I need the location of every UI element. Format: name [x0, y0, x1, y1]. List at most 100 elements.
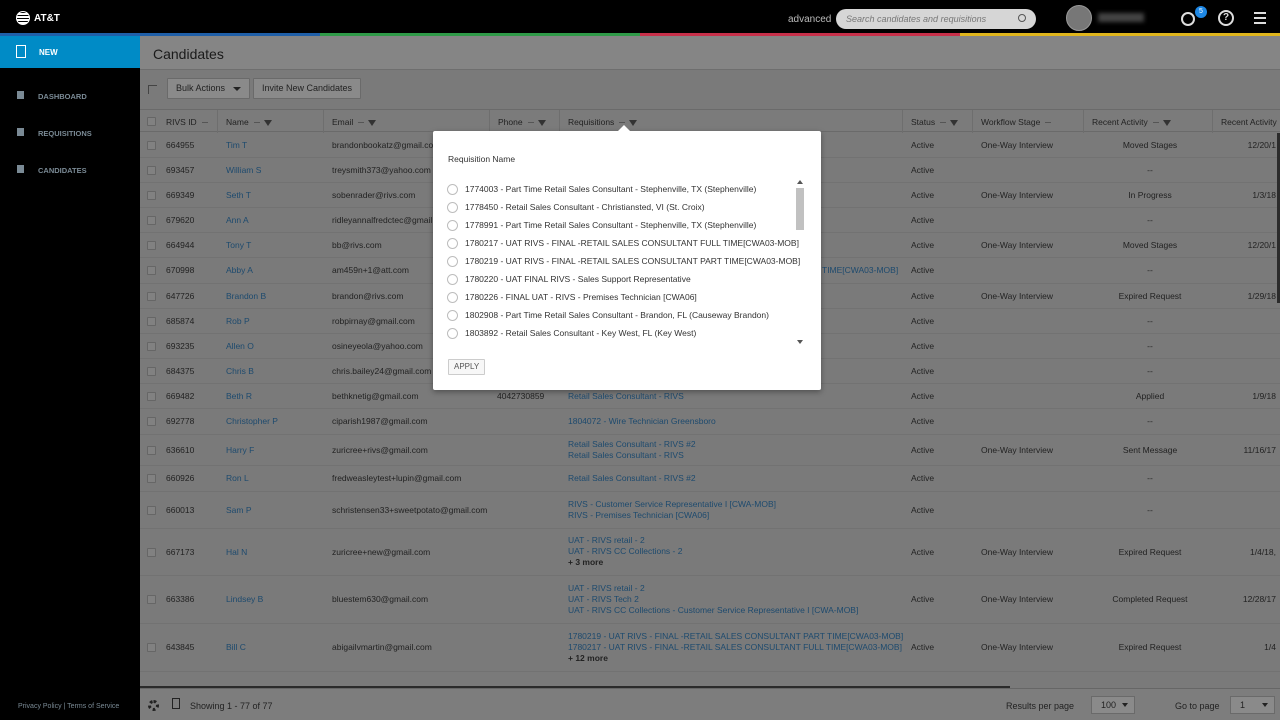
- search-input[interactable]: Search candidates and requisitions: [836, 9, 1036, 29]
- candidate-name-link[interactable]: Beth R: [226, 391, 252, 402]
- radio-button[interactable]: [447, 220, 458, 231]
- sidebar-item-dashboard[interactable]: DASHBOARD: [0, 86, 140, 106]
- candidate-name-link[interactable]: Chris B: [226, 366, 254, 377]
- column-header-email[interactable]: Email: [332, 117, 377, 127]
- options-scrollbar[interactable]: [795, 179, 805, 345]
- privacy-policy-link[interactable]: Privacy Policy: [18, 703, 62, 710]
- requisition-option[interactable]: 1780219 - UAT RIVS - FINAL -RETAIL SALES…: [447, 253, 800, 271]
- radio-button[interactable]: [447, 310, 458, 321]
- sidebar-item-candidates[interactable]: CANDIDATES: [0, 160, 140, 180]
- scroll-down-icon[interactable]: [797, 340, 803, 344]
- column-header-recent-activity-date[interactable]: Recent Activity: [1221, 117, 1277, 127]
- requisition-link[interactable]: UAT - RIVS CC Collections - Customer Ser…: [568, 605, 858, 616]
- table-row[interactable]: 660013 Sam P schristensen33+sweetpotato@gm…: [140, 492, 1280, 529]
- table-row[interactable]: 636610 Harry F zuricree+rivs@gmail.com Acti…: [140, 435, 1280, 466]
- requisition-option[interactable]: 1803892 - Retail Sales Consultant - Key …: [447, 325, 797, 343]
- globe-icon[interactable]: [1181, 12, 1195, 26]
- radio-button[interactable]: [447, 202, 458, 213]
- candidate-name-link[interactable]: Rob P: [226, 316, 250, 327]
- avatar[interactable]: [1066, 5, 1092, 31]
- candidate-name-link[interactable]: Brandon B: [226, 291, 266, 302]
- scroll-thumb[interactable]: [796, 188, 804, 230]
- more-requisitions-link[interactable]: + 3 more: [568, 557, 682, 568]
- requisition-option[interactable]: 1774003 - Part Time Retail Sales Consult…: [447, 181, 797, 199]
- row-checkbox[interactable]: [147, 474, 156, 483]
- requisition-option[interactable]: 1780226 - FINAL UAT - RIVS - Premises Te…: [447, 289, 797, 307]
- gear-icon[interactable]: [148, 700, 159, 711]
- help-icon[interactable]: ?: [1218, 10, 1234, 26]
- requisition-link[interactable]: Retail Sales Consultant - RIVS #2: [568, 473, 696, 484]
- results-per-page-select[interactable]: 100: [1091, 696, 1135, 714]
- requisition-option[interactable]: 1780220 - UAT FINAL RIVS - Sales Support…: [447, 271, 797, 289]
- row-checkbox[interactable]: [147, 316, 156, 326]
- bulk-actions-button[interactable]: Bulk Actions: [167, 78, 251, 99]
- row-checkbox[interactable]: [147, 547, 156, 557]
- candidate-name-link[interactable]: Lindsey B: [226, 594, 263, 605]
- candidate-name-link[interactable]: Abby A: [226, 265, 253, 276]
- row-checkbox[interactable]: [147, 165, 156, 175]
- scroll-up-icon[interactable]: [797, 180, 803, 184]
- row-checkbox[interactable]: [147, 341, 156, 351]
- search-icon[interactable]: [1018, 14, 1026, 22]
- row-checkbox[interactable]: [147, 291, 156, 301]
- requisition-option[interactable]: 1802908 - Part Time Retail Sales Consult…: [447, 307, 797, 325]
- column-header-name[interactable]: Name: [226, 117, 272, 127]
- row-checkbox[interactable]: [147, 643, 156, 652]
- row-checkbox[interactable]: [147, 366, 156, 376]
- radio-button[interactable]: [447, 238, 458, 249]
- table-row[interactable]: 643845 Bill C abigailvmartin@gmail.com Acti…: [140, 624, 1280, 672]
- requisition-link[interactable]: UAT - RIVS CC Collections - 2: [568, 546, 682, 557]
- requisition-link[interactable]: 1780217 - UAT RIVS - FINAL -RETAIL SALES…: [568, 642, 903, 653]
- candidate-name-link[interactable]: William S: [226, 165, 261, 176]
- candidate-name-link[interactable]: Tony T: [226, 240, 251, 251]
- column-header-phone[interactable]: Phone: [498, 117, 546, 127]
- advanced-search-link[interactable]: advanced: [788, 14, 831, 25]
- row-checkbox[interactable]: [147, 391, 156, 401]
- candidate-name-link[interactable]: Ron L: [226, 473, 249, 484]
- user-name-blurred[interactable]: [1098, 13, 1144, 22]
- row-checkbox[interactable]: [147, 595, 156, 604]
- row-checkbox[interactable]: [147, 417, 156, 426]
- terms-of-service-link[interactable]: Terms of Service: [67, 703, 119, 710]
- requisition-link[interactable]: TIME[CWA03-MOB]: [822, 265, 898, 276]
- candidate-name-link[interactable]: Hal N: [226, 547, 247, 558]
- hamburger-menu-icon[interactable]: [1254, 12, 1266, 27]
- candidate-name-link[interactable]: Christopher P: [226, 416, 278, 427]
- requisition-link[interactable]: Retail Sales Consultant - RIVS #2: [568, 439, 696, 450]
- candidate-name-link[interactable]: Sam P: [226, 505, 252, 516]
- sidebar-item-new[interactable]: NEW: [0, 36, 140, 68]
- row-checkbox[interactable]: [147, 190, 156, 200]
- row-checkbox[interactable]: [147, 215, 156, 225]
- row-checkbox[interactable]: [147, 140, 156, 150]
- candidate-name-link[interactable]: Ann A: [226, 215, 249, 226]
- requisition-link[interactable]: UAT - RIVS retail - 2: [568, 535, 682, 546]
- column-header-recent-activity[interactable]: Recent Activity: [1092, 117, 1171, 127]
- requisition-link[interactable]: Retail Sales Consultant - RIVS: [568, 391, 684, 402]
- candidate-name-link[interactable]: Bill C: [226, 642, 246, 653]
- table-row[interactable]: 663386 Lindsey B bluestem630@gmail.com Acti…: [140, 576, 1280, 624]
- apply-button[interactable]: APPLY: [448, 359, 486, 375]
- table-row[interactable]: 667173 Hal N zuricree+new@gmail.com Active O…: [140, 529, 1280, 576]
- column-header-workflow-stage[interactable]: Workflow Stage: [981, 117, 1052, 127]
- radio-button[interactable]: [447, 328, 458, 339]
- requisition-option[interactable]: 1778991 - Part Time Retail Sales Consult…: [447, 217, 797, 235]
- requisition-link[interactable]: RIVS - Customer Service Representative I…: [568, 499, 776, 510]
- requisition-link[interactable]: UAT - RIVS Tech 2: [568, 594, 858, 605]
- go-to-page-select[interactable]: 1: [1230, 696, 1275, 714]
- table-row[interactable]: 660926 Ron L fredweasleytest+lupin@gmail.c…: [140, 466, 1280, 492]
- candidate-name-link[interactable]: Allen O: [226, 341, 254, 352]
- column-header-status[interactable]: Status: [911, 117, 959, 127]
- sidebar-item-requisitions[interactable]: REQUISITIONS: [0, 123, 140, 143]
- row-checkbox[interactable]: [147, 445, 156, 455]
- candidate-name-link[interactable]: Tim T: [226, 140, 247, 151]
- more-requisitions-link[interactable]: + 12 more: [568, 653, 903, 664]
- requisition-option[interactable]: 1780217 - UAT RIVS - FINAL -RETAIL SALES…: [447, 235, 799, 253]
- row-checkbox[interactable]: [147, 240, 156, 250]
- candidate-name-link[interactable]: Harry F: [226, 445, 254, 456]
- brand-logo[interactable]: AT&T: [16, 11, 60, 25]
- column-header-rivs-id[interactable]: RIVS ID: [166, 117, 208, 127]
- row-checkbox[interactable]: [147, 266, 156, 275]
- requisition-option[interactable]: 1778450 - Retail Sales Consultant - Chri…: [447, 199, 797, 217]
- radio-button[interactable]: [447, 292, 458, 303]
- select-all-corner-icon[interactable]: [148, 85, 157, 94]
